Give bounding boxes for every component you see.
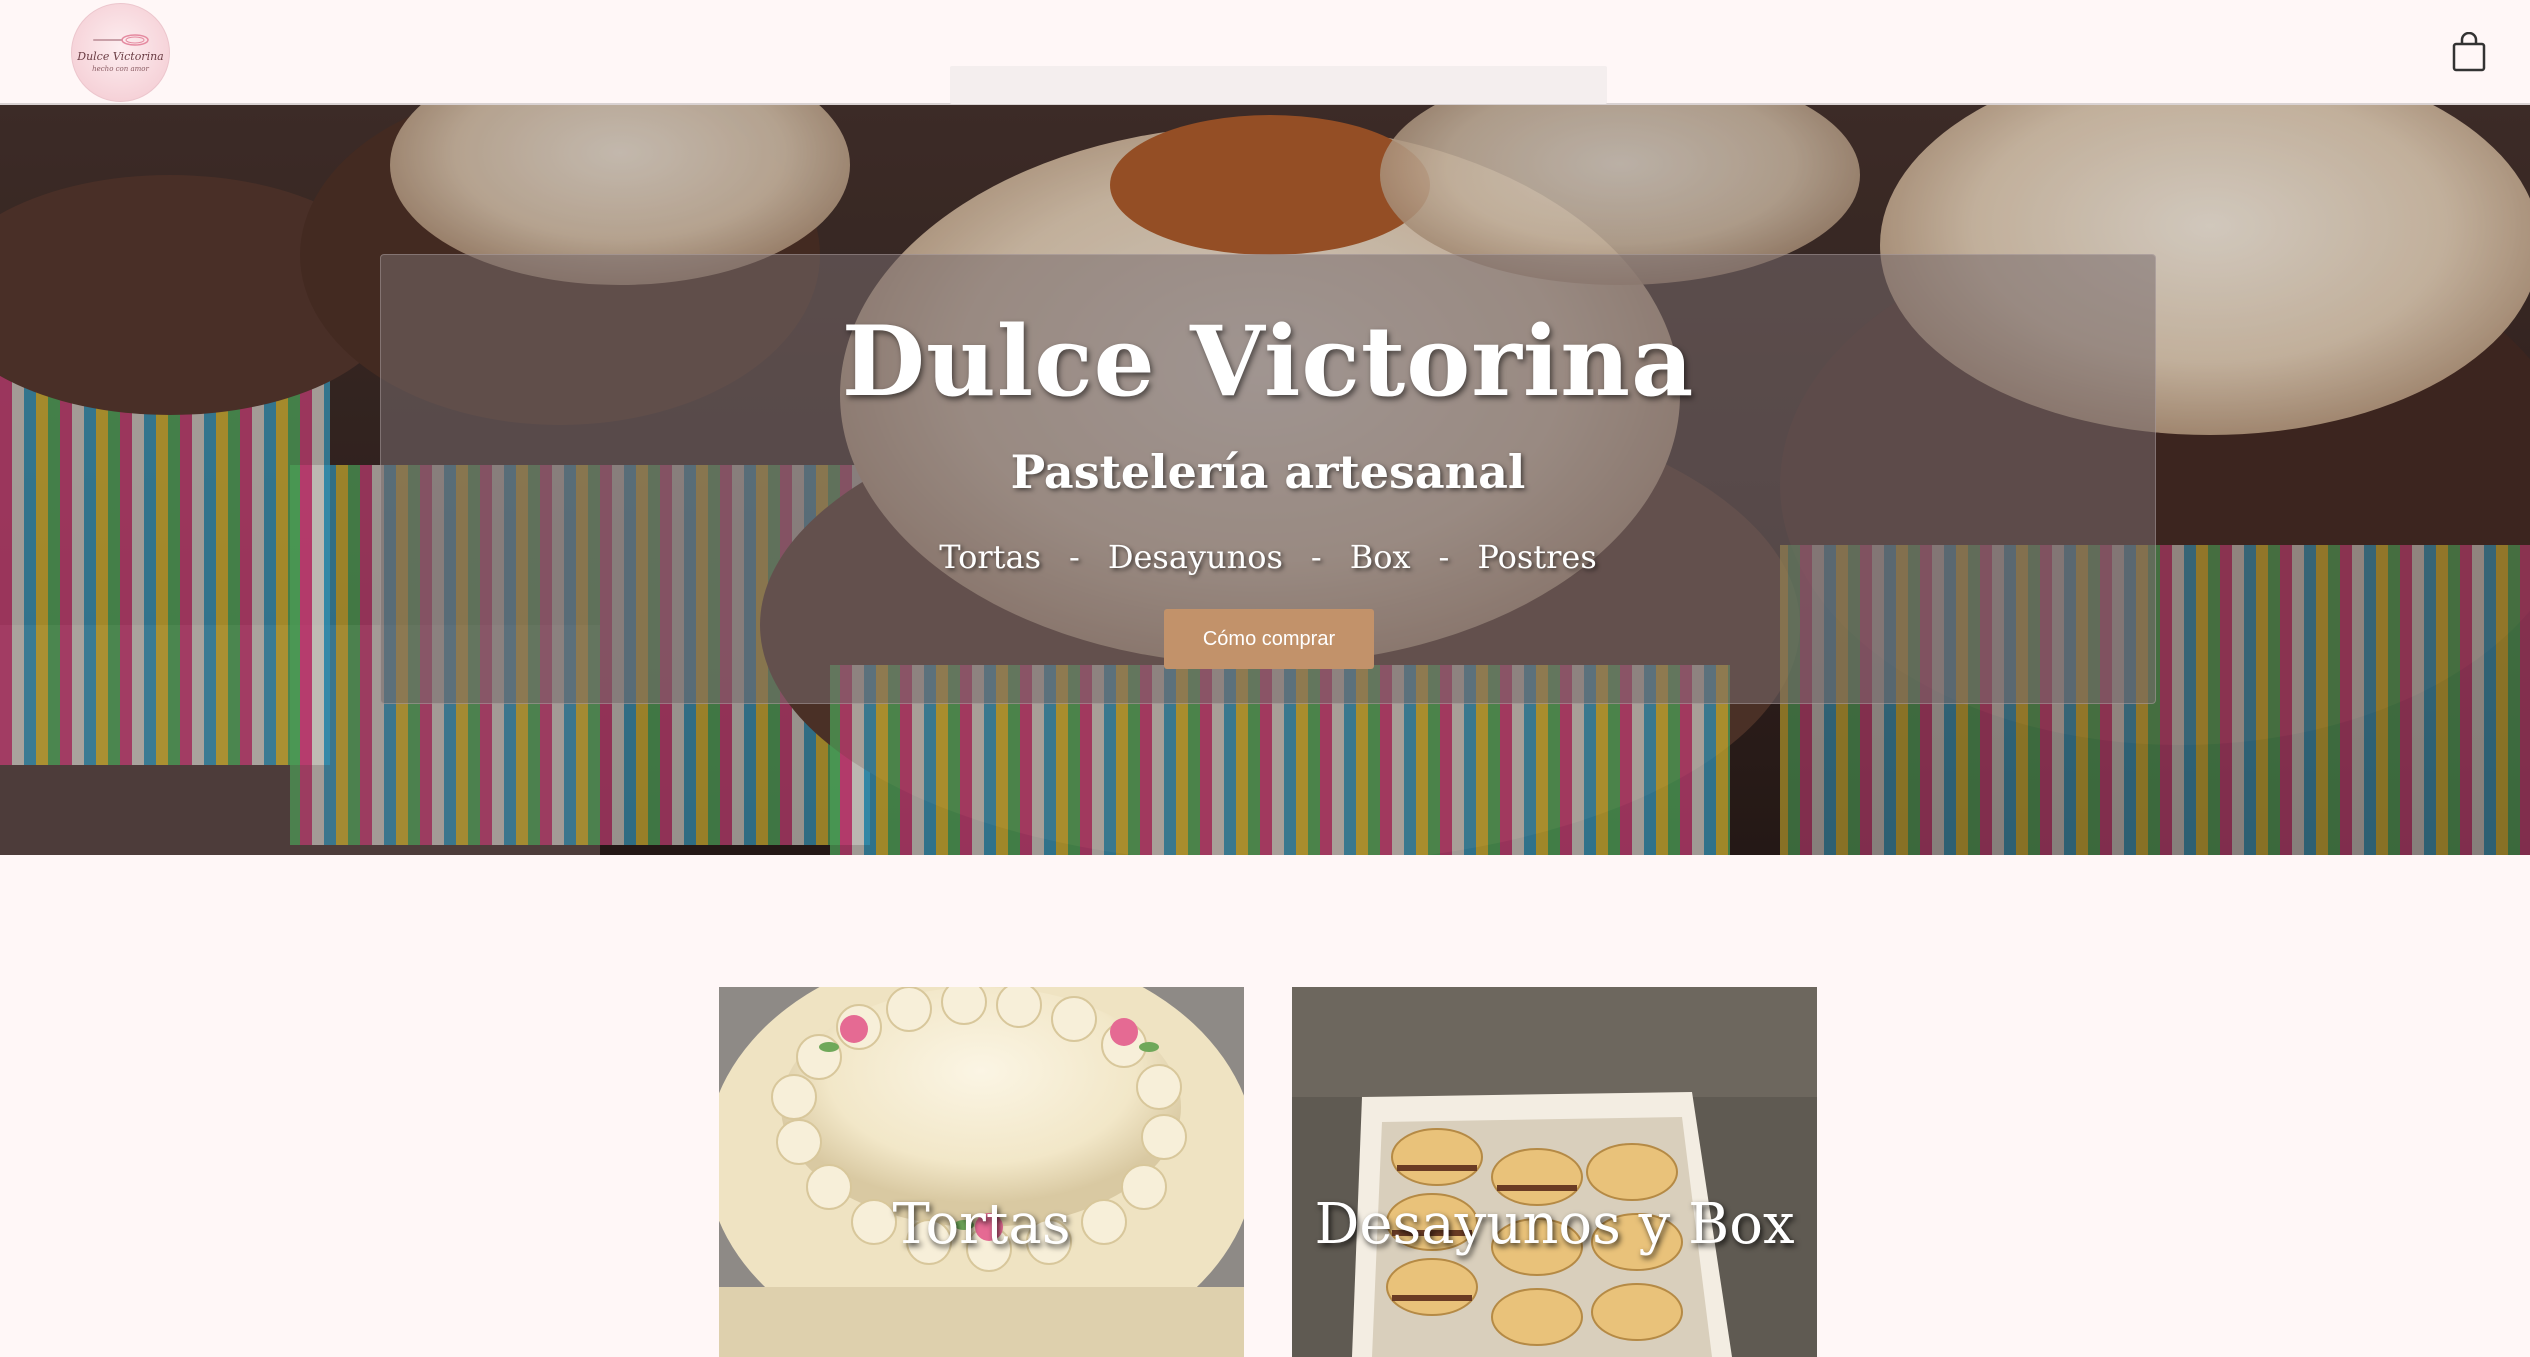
hero-category-separator: - — [1438, 538, 1450, 576]
shopping-bag-icon[interactable] — [2451, 32, 2487, 72]
category-card-tortas[interactable]: Tortas — [719, 987, 1244, 1357]
breakfast-box-image — [1292, 987, 1817, 1357]
category-card-label: Tortas — [892, 1192, 1071, 1257]
hero-overlay-panel: Dulce Victorina Pastelería artesanal Tor… — [380, 254, 2156, 704]
hero-category-separator: - — [1069, 538, 1080, 576]
whisk-icon — [92, 33, 149, 46]
hero-title: Dulce Victorina — [841, 305, 1695, 418]
cake-image — [719, 987, 1244, 1357]
hero-category-tortas: Tortas — [939, 538, 1041, 576]
category-card-label: Desayunos y Box — [1314, 1192, 1795, 1257]
category-card-desayunos-box[interactable]: Desayunos y Box — [1292, 987, 1817, 1357]
logo-tagline: hecho con amor — [92, 64, 149, 73]
hero-category-postres: Postres — [1477, 538, 1597, 576]
hero-category-desayunos: Desayunos — [1107, 538, 1283, 576]
site-header: Dulce Victorina hecho con amor — [0, 0, 2530, 105]
logo[interactable]: Dulce Victorina hecho con amor — [71, 3, 170, 102]
como-comprar-button[interactable]: Cómo comprar — [1164, 609, 1374, 669]
hero-subtitle: Pastelería artesanal — [1010, 445, 1526, 499]
logo-name: Dulce Victorina — [77, 49, 164, 63]
hero-category-box: Box — [1349, 538, 1411, 576]
hero-category-separator: - — [1310, 538, 1322, 576]
hero-banner: Dulce Victorina Pastelería artesanal Tor… — [0, 105, 2530, 855]
hero-category-list: Tortas - Desayunos - Box - Postres — [381, 538, 2155, 576]
search-bar-placeholder — [950, 66, 1607, 104]
